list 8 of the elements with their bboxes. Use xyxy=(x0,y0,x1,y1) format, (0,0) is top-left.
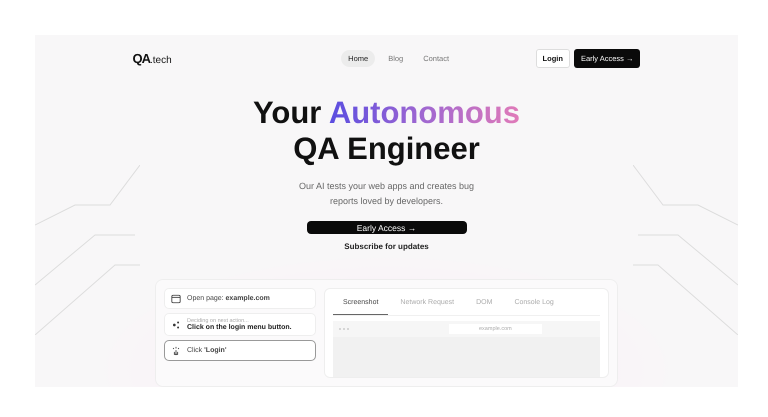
browser-window-icon xyxy=(171,294,181,304)
headline-text: Your xyxy=(253,95,322,130)
subtitle-text: Our AI tests your web apps and creates bug reports loved by developers. xyxy=(298,180,476,208)
early-access-button[interactable]: Early Access → xyxy=(306,221,466,234)
subscribe-link[interactable]: Subscribe for updates xyxy=(344,242,429,251)
headline-text: QA Engineer xyxy=(293,131,480,167)
pointer-click-icon xyxy=(171,346,181,356)
logo[interactable]: QA.tech xyxy=(132,50,172,66)
